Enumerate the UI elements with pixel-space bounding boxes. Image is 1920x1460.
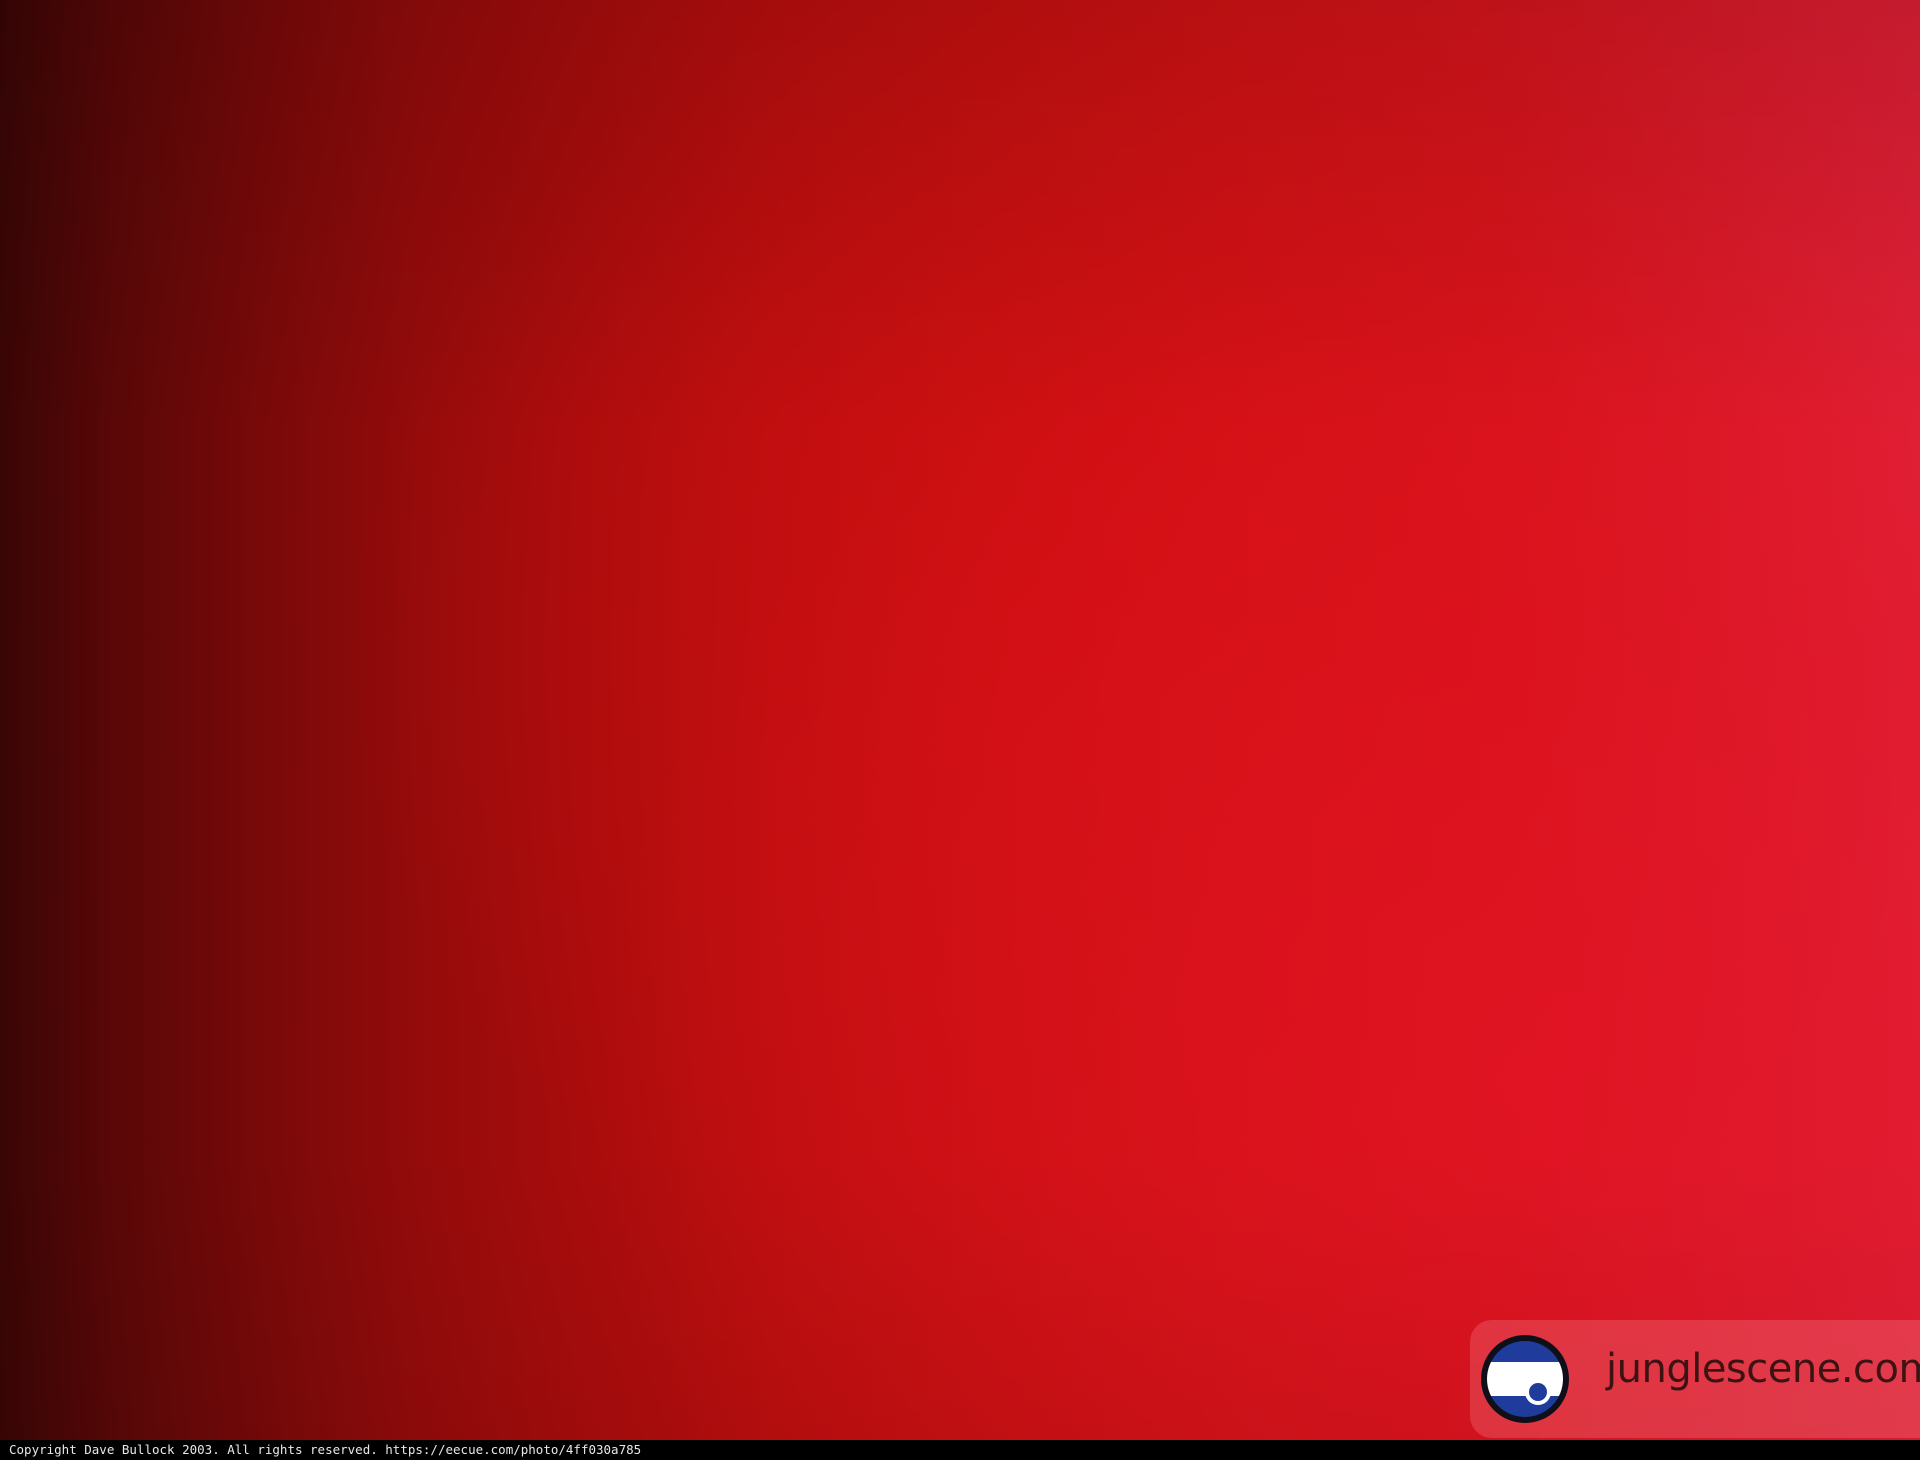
eye-logo-icon <box>1481 1335 1569 1423</box>
copyright-bar: Copyright Dave Bullock 2003. All rights … <box>0 1440 1920 1460</box>
junglescene-watermark: junglescene.com <box>1470 1320 1920 1438</box>
copyright-text: Copyright Dave Bullock 2003. All rights … <box>9 1442 642 1457</box>
red-gradient-photo <box>0 0 1920 1440</box>
watermark-text: junglescene.com <box>1606 1346 1920 1392</box>
